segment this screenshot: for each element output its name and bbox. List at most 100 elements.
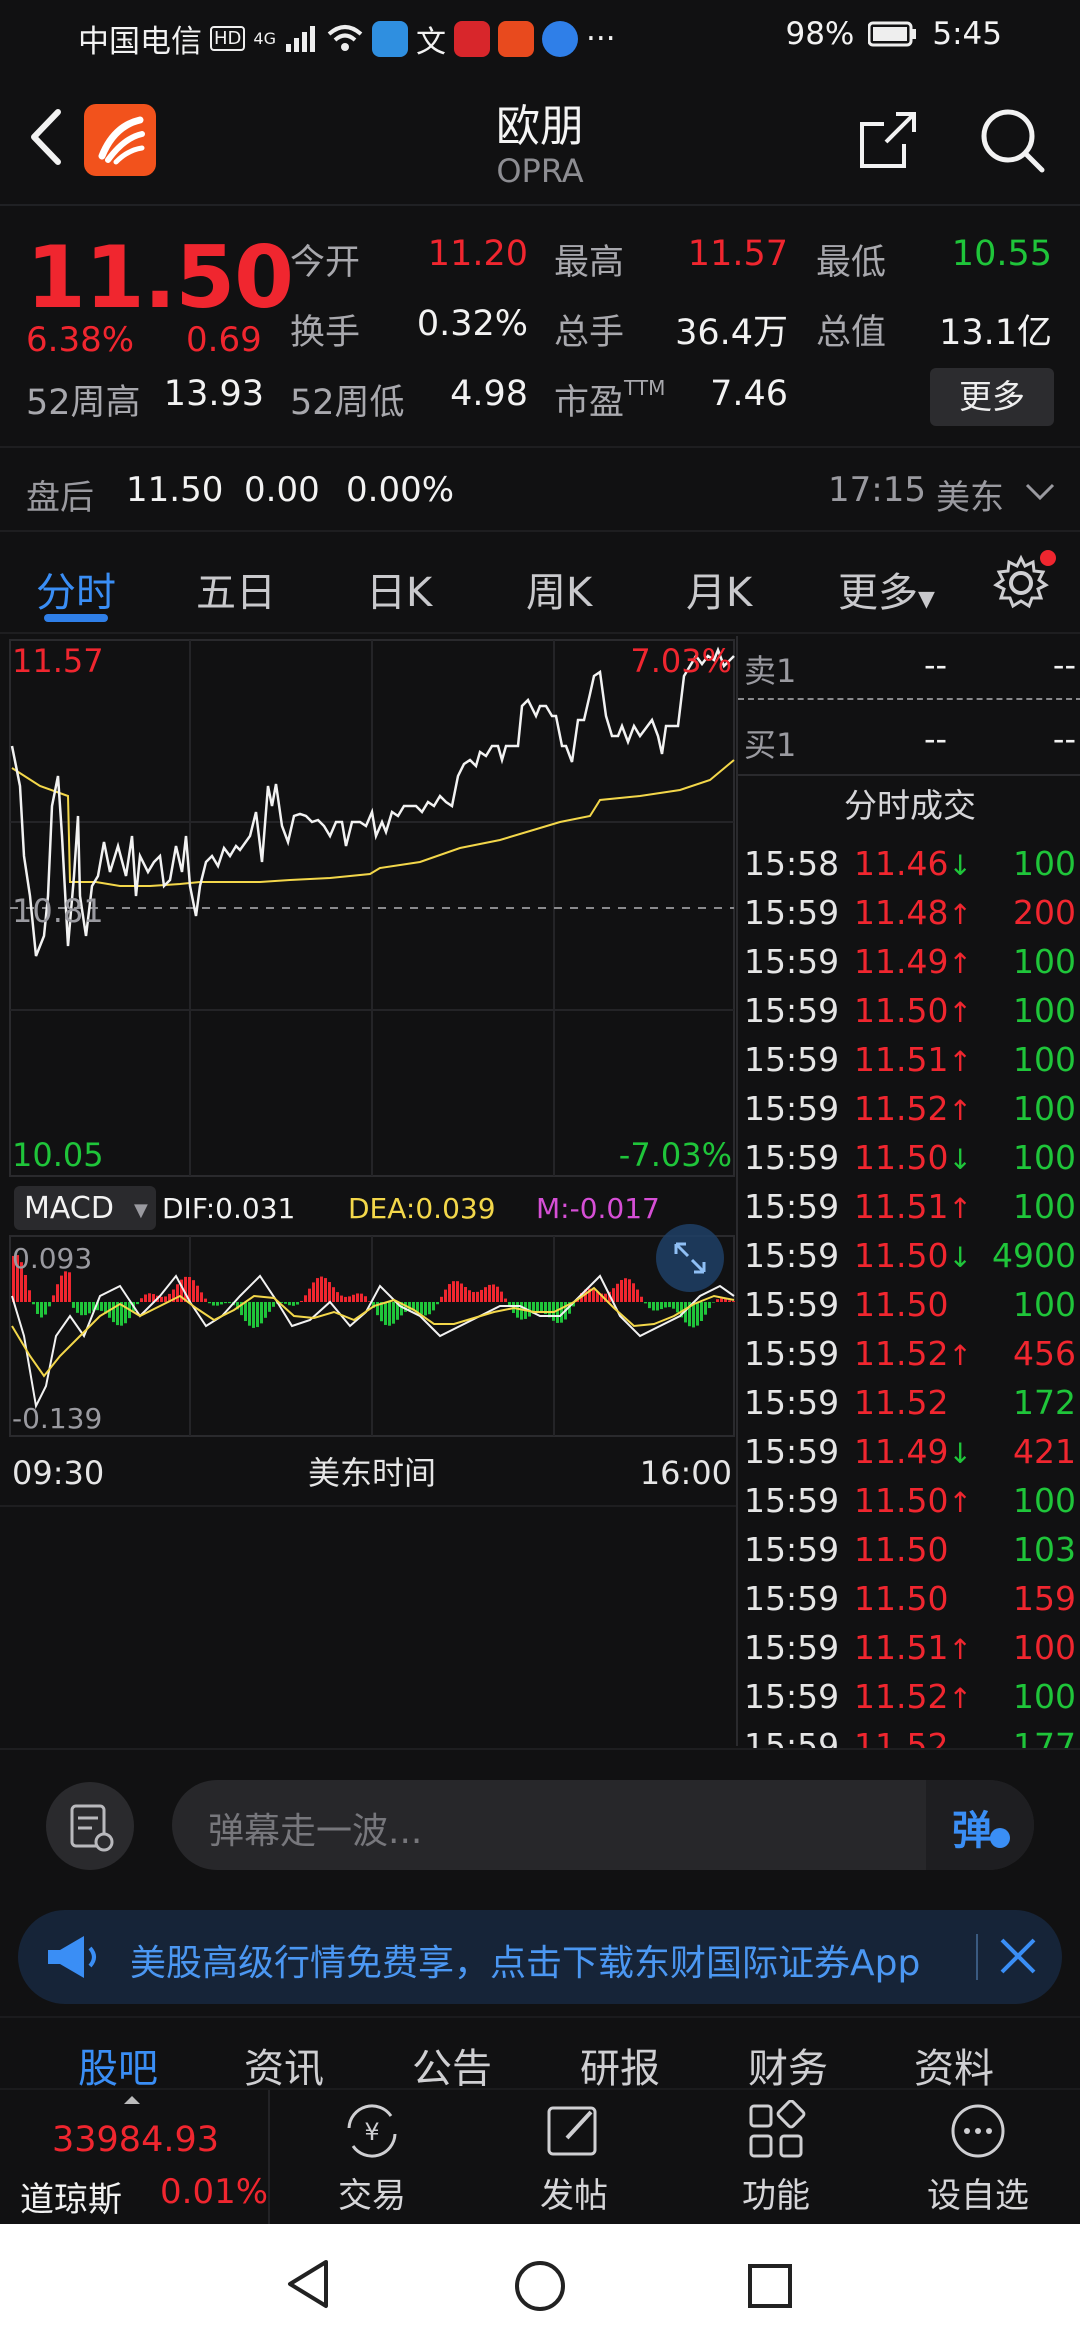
pe-value: 7.46: [710, 374, 788, 414]
trade-price-value: 11.50: [854, 991, 949, 1030]
tab-research[interactable]: 研报: [580, 2036, 660, 2094]
macd-bar: [356, 1293, 359, 1302]
trade-price: 11.52↑: [854, 1677, 972, 1716]
tab-announcements[interactable]: 公告: [412, 2036, 492, 2094]
tab-financials[interactable]: 财务: [748, 2036, 828, 2094]
ask-label: 卖1: [744, 652, 797, 690]
tab-weekly-k[interactable]: 周K: [526, 560, 592, 618]
trade-price-value: 11.52: [854, 1334, 949, 1373]
low-value: 10.55: [951, 234, 1052, 274]
trade-price: 11.51↑: [854, 1040, 972, 1079]
nav-post-label: 发帖: [540, 2176, 608, 2216]
nav-functions[interactable]: 功能: [706, 2100, 846, 2217]
battery-percent: 98%: [785, 16, 855, 52]
nav-trade[interactable]: ¥ 交易: [302, 2100, 442, 2217]
dif-value: DIF:0.031: [162, 1192, 295, 1225]
trade-volume: 100: [1013, 991, 1076, 1030]
share-icon[interactable]: [856, 108, 920, 172]
macd-bar: [432, 1302, 435, 1311]
time-axis-start: 09:30: [12, 1454, 104, 1492]
macd-bar: [384, 1302, 387, 1325]
macd-bar: [196, 1285, 199, 1302]
macd-bar: [652, 1302, 655, 1311]
wk52-low-value: 4.98: [450, 374, 528, 414]
macd-bar: [448, 1284, 451, 1302]
wifi-icon: [327, 24, 363, 51]
danmu-input[interactable]: 弹幕走一波... 弹: [172, 1780, 1034, 1870]
note-settings-button[interactable]: [46, 1782, 134, 1870]
tab-profile[interactable]: 资料: [914, 2036, 994, 2094]
macd-bar: [80, 1302, 83, 1316]
macd-bar: [216, 1302, 219, 1306]
macd-bar: [708, 1302, 711, 1309]
nav-post[interactable]: 发帖: [504, 2100, 644, 2217]
trade-price-value: 11.50: [854, 1579, 949, 1618]
bottom-nav: 33984.93 道琼斯 0.01% ¥ 交易 发帖 功能 设自选: [0, 2088, 1080, 2226]
tab-monthly-k[interactable]: 月K: [686, 560, 752, 618]
macd-bar: [656, 1302, 659, 1311]
arrow-up-icon: ↑: [948, 947, 972, 980]
nav-back-icon[interactable]: [284, 2258, 332, 2310]
tab-daily-k[interactable]: 日K: [366, 560, 432, 618]
chevron-down-icon[interactable]: [1024, 482, 1056, 502]
notification-dot: [1040, 550, 1056, 566]
macd-bar: [648, 1302, 651, 1309]
hd-icon: HD: [210, 26, 246, 51]
trade-time: 15:59: [744, 1677, 840, 1716]
trade-volume: 200: [1013, 893, 1076, 932]
macd-bar: [424, 1302, 427, 1316]
trade-row: 15:59 11.51↑ 100: [738, 1187, 1080, 1236]
open-label: 今开: [290, 243, 361, 283]
index-ticker[interactable]: 33984.93 道琼斯 0.01%: [0, 2090, 270, 2226]
nav-add-watchlist[interactable]: 设自选: [908, 2100, 1048, 2217]
more-quote-button[interactable]: 更多: [930, 368, 1054, 426]
nav-home-icon[interactable]: [512, 2258, 568, 2314]
tab-forum[interactable]: 股吧: [78, 2036, 158, 2094]
macd-bar: [284, 1302, 287, 1304]
close-icon[interactable]: [996, 1934, 1040, 1978]
macd-bar: [296, 1302, 299, 1305]
tab-intraday[interactable]: 分时: [36, 560, 116, 618]
macd-bar: [556, 1302, 559, 1323]
pct-axis-high: 7.03%: [630, 642, 732, 680]
macd-bar: [228, 1302, 231, 1304]
tab-news[interactable]: 资讯: [244, 2036, 324, 2094]
trade-time: 15:59: [744, 893, 840, 932]
macd-bar: [252, 1302, 255, 1328]
macd-bar: [320, 1276, 323, 1302]
search-icon[interactable]: [978, 106, 1046, 174]
content-tabs: 股吧 资讯 公告 研报 财务 资料: [0, 2016, 1080, 2092]
macd-bar: [632, 1283, 635, 1302]
macd-bar: [640, 1296, 643, 1302]
macd-bar: [24, 1274, 27, 1302]
trade-row: 15:59 11.50 159: [738, 1579, 1080, 1628]
promo-banner[interactable]: 美股高级行情免费享，点击下载东财国际证券App: [18, 1910, 1062, 2004]
macd-bar: [32, 1302, 35, 1305]
macd-bar: [704, 1302, 707, 1315]
danmu-send-button[interactable]: 弹: [926, 1780, 1034, 1870]
macd-label: MACD: [24, 1191, 114, 1226]
macd-bar: [332, 1287, 335, 1302]
macd-bar: [636, 1289, 639, 1302]
tab-five-day[interactable]: 五日: [196, 560, 276, 618]
pe-label-text: 市盈: [554, 383, 625, 423]
macd-bar: [244, 1302, 247, 1322]
macd-bar: [140, 1298, 143, 1302]
trade-volume: 100: [1013, 942, 1076, 981]
trade-row: 15:59 11.50 103: [738, 1530, 1080, 1579]
nav-recents-icon[interactable]: [746, 2262, 794, 2310]
trade-volume: 100: [1013, 1628, 1076, 1667]
expand-chart-button[interactable]: [656, 1224, 724, 1292]
ask-row: 卖1 -- --: [738, 642, 1080, 692]
danmu-button-label: 弹: [952, 1808, 992, 1854]
macd-bar: [464, 1287, 467, 1302]
trade-time: 15:59: [744, 1040, 840, 1079]
tab-more[interactable]: 更多▼: [838, 560, 935, 618]
trade-price-value: 11.49: [854, 942, 949, 981]
intraday-chart[interactable]: 11.57 10.81 10.05 7.03% -7.03% MACD ▼ DI…: [0, 636, 736, 1746]
trade-time: 15:59: [744, 1089, 840, 1128]
macd-bar: [388, 1302, 391, 1326]
macd-bar: [212, 1302, 215, 1306]
macd-bar: [48, 1302, 51, 1307]
macd-caret-icon: ▼: [134, 1200, 148, 1221]
